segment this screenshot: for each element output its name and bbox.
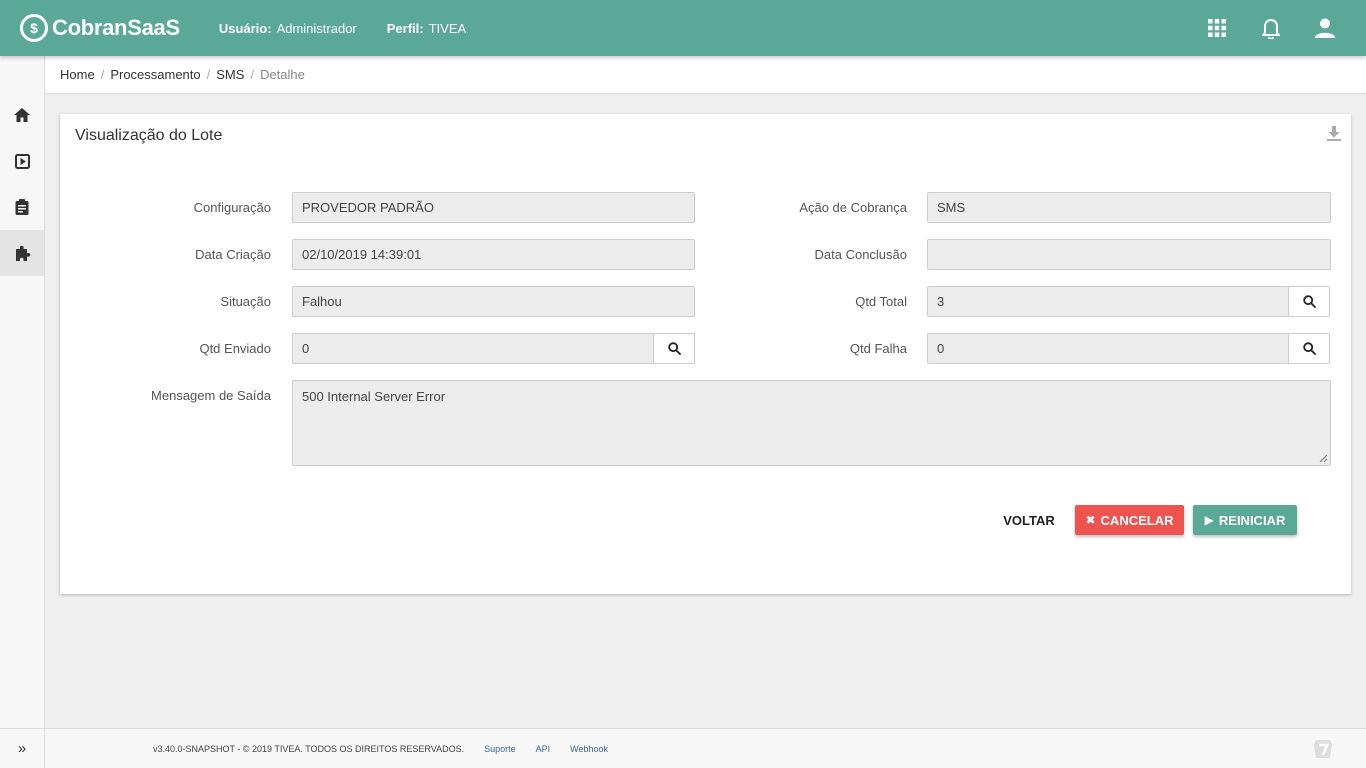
profile-info: Perfil: TIVEA	[387, 21, 466, 36]
user-info: Usuário: Administrador	[219, 21, 357, 36]
footer-link-suporte[interactable]: Suporte	[484, 744, 516, 754]
qtd-total-field[interactable]: 3	[927, 286, 1289, 317]
apps-grid-icon[interactable]	[1206, 17, 1228, 39]
configuracao-field[interactable]: PROVEDOR PADRÃO	[292, 192, 695, 223]
breadcrumb-current: Detalhe	[260, 67, 305, 82]
brand-logo[interactable]: $ CobranSaaS	[20, 14, 180, 42]
puzzle-icon	[15, 245, 30, 261]
footer-link-webhook[interactable]: Webhook	[570, 744, 608, 754]
reiniciar-button[interactable]: ▶ REINICIAR	[1193, 505, 1297, 535]
qtd-falha-label: Qtd Falha	[849, 341, 907, 356]
data-criacao-field[interactable]: 02/10/2019 14:39:01	[292, 239, 695, 270]
batch-detail-card: Visualização do Lote Configuração PROVED…	[60, 114, 1351, 594]
situacao-label: Situação	[220, 294, 271, 309]
top-bar: $ CobranSaaS Usuário: Administrador Perfi…	[0, 0, 1366, 56]
data-criacao-label: Data Criação	[195, 247, 271, 262]
breadcrumb-sms[interactable]: SMS	[216, 67, 244, 82]
configuracao-label: Configuração	[193, 200, 271, 215]
qtd-total-label: Qtd Total	[855, 294, 907, 309]
reiniciar-label: REINICIAR	[1218, 512, 1286, 528]
user-label: Usuário:	[218, 20, 272, 36]
mensagem-saida-textarea[interactable]: 500 Internal Server Error	[292, 380, 1331, 466]
profile-value: TIVEA	[428, 20, 467, 36]
qtd-enviado-field[interactable]: 0	[292, 333, 654, 364]
home-icon	[14, 108, 30, 122]
sidebar-item-reports[interactable]	[0, 184, 44, 230]
play-box-icon	[14, 153, 30, 169]
situacao-field[interactable]: Falhou	[292, 286, 695, 317]
resize-grip-icon[interactable]	[1319, 454, 1328, 463]
footer: v3.40.0-SNAPSHOT - © 2019 TIVEA. TODOS O…	[45, 728, 1366, 768]
copyright-text: v3.40.0-SNAPSHOT - © 2019 TIVEA. TODOS O…	[153, 743, 465, 754]
page-title: Visualização do Lote	[75, 127, 223, 144]
cancelar-label: CANCELAR	[1100, 512, 1174, 528]
qtd-enviado-search-button[interactable]	[653, 333, 695, 364]
sidebar-item-processing[interactable]	[0, 138, 44, 184]
qtd-falha-field[interactable]: 0	[927, 333, 1289, 364]
acao-cobranca-field[interactable]: SMS	[927, 192, 1331, 223]
qtd-falha-search-button[interactable]	[1288, 333, 1330, 364]
download-icon[interactable]	[1327, 126, 1341, 144]
user-icon[interactable]	[1314, 17, 1336, 39]
user-value: Administrador	[276, 20, 357, 36]
mensagem-saida-value: 500 Internal Server Error	[302, 389, 446, 404]
breadcrumb: Home / Processamento / SMS / Detalhe	[45, 56, 1366, 94]
play-icon: ▶	[1204, 513, 1214, 527]
data-conclusao-label: Data Conclusão	[814, 247, 908, 262]
close-icon: ✖	[1085, 513, 1096, 527]
clipboard-icon	[15, 199, 29, 215]
footer-link-api[interactable]: API	[536, 744, 551, 754]
brand-name: CobranSaaS	[52, 15, 180, 40]
dollar-coin-icon: $	[20, 14, 48, 42]
bell-icon[interactable]	[1260, 17, 1282, 39]
data-conclusao-field[interactable]	[927, 239, 1331, 270]
breadcrumb-separator: /	[250, 67, 255, 82]
breadcrumb-separator: /	[206, 67, 211, 82]
top-actions	[1206, 0, 1336, 56]
search-icon	[1302, 342, 1316, 355]
acao-cobranca-label: Ação de Cobrança	[799, 200, 907, 215]
sidebar: »	[0, 56, 45, 768]
profile-label: Perfil:	[386, 20, 424, 36]
session-info: Usuário: Administrador Perfil: TIVEA	[219, 21, 466, 36]
search-icon	[1302, 295, 1316, 308]
sidebar-item-home[interactable]	[0, 92, 44, 138]
qtd-enviado-label: Qtd Enviado	[199, 341, 271, 356]
qtd-total-search-button[interactable]	[1288, 286, 1330, 317]
voltar-button[interactable]: VOLTAR	[996, 505, 1062, 535]
cancelar-button[interactable]: ✖ CANCELAR	[1075, 505, 1184, 535]
tivea-logo-icon	[1313, 739, 1333, 761]
sidebar-expand-button[interactable]: »	[0, 728, 44, 768]
breadcrumb-separator: /	[100, 67, 105, 82]
search-icon	[667, 342, 681, 355]
mensagem-saida-label: Mensagem de Saída	[151, 388, 271, 403]
breadcrumb-processamento[interactable]: Processamento	[110, 67, 200, 82]
sidebar-item-integrations[interactable]	[0, 230, 44, 276]
breadcrumb-home[interactable]: Home	[60, 67, 95, 82]
